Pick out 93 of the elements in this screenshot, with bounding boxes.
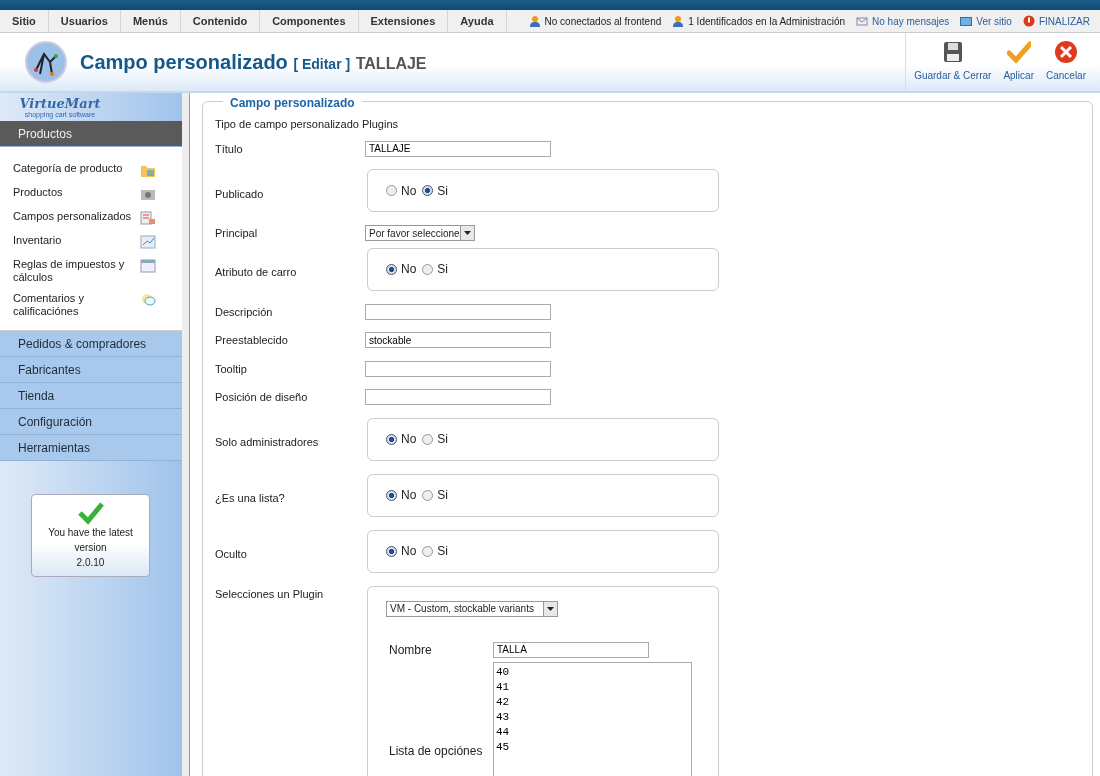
splitter-bar[interactable]: [182, 93, 190, 776]
speech-bubble-icon: [140, 292, 156, 308]
record-name: TALLAJE: [355, 55, 427, 72]
power-icon: [1022, 15, 1035, 27]
text-field[interactable]: [365, 303, 551, 320]
calendar-icon: [140, 258, 156, 274]
field-label: Oculto: [215, 547, 248, 563]
field-label: Atributo de carro: [215, 265, 298, 281]
message-icon: [856, 15, 869, 27]
edit-label: [ Editar ]: [293, 56, 351, 72]
radio-button[interactable]: [386, 545, 397, 557]
radio-button[interactable]: [422, 433, 434, 445]
field-label: Principal: [215, 226, 259, 241]
sidebar-item[interactable]: Productos: [13, 186, 63, 202]
logo-text: VirtueMart: [19, 97, 101, 111]
radio-label: No: [401, 543, 417, 560]
sidebar-section[interactable]: Herramientas: [0, 435, 182, 461]
radio-label: No: [401, 487, 417, 504]
menu-item[interactable]: Sitio: [0, 10, 49, 32]
field-label: Tipo de campo personalizado Plugins: [215, 117, 399, 132]
sidebar-item[interactable]: Categoría de producto: [13, 162, 123, 178]
sidebar-section[interactable]: Tienda: [0, 383, 182, 409]
menu-item[interactable]: Menús: [120, 10, 181, 32]
plugin-dropdown[interactable]: VM - Custom, stockable variants: [386, 600, 558, 617]
text-field[interactable]: stockable: [365, 332, 551, 349]
field-label: Solo administradores: [215, 435, 320, 451]
radio-button[interactable]: [386, 185, 397, 196]
status-text: 1 Identificados en la Administración: [688, 14, 846, 29]
field-label: Selecciones un Plugin: [215, 586, 325, 602]
radio-button[interactable]: [422, 263, 434, 275]
radio-button[interactable]: [386, 263, 397, 275]
text-field[interactable]: TALLA: [493, 641, 649, 658]
radio-label: No: [401, 261, 417, 278]
status-text: No conectados al frontend: [544, 14, 662, 29]
version-text: You have the latest version: [47, 526, 134, 555]
cancel-icon: [1054, 40, 1078, 64]
menu-item[interactable]: Extensiones: [358, 10, 449, 32]
menu-item[interactable]: Contenido: [180, 10, 261, 32]
page-title: Campo personalizado: [80, 51, 288, 73]
menu-item[interactable]: Usuarios: [48, 10, 121, 32]
radio-label: Si: [437, 431, 448, 448]
radio-label: No: [401, 182, 417, 200]
radio-button[interactable]: [422, 489, 434, 501]
radio-label: Si: [437, 487, 448, 504]
header-link[interactable]: No hay mensajes: [872, 13, 950, 29]
checkmark-icon: [76, 501, 105, 525]
chart-icon: [140, 234, 156, 250]
caret-icon: [464, 231, 471, 236]
radio-label: Si: [437, 261, 448, 278]
radio-button[interactable]: [386, 489, 397, 501]
caret-icon: [547, 606, 554, 611]
sidebar-section[interactable]: Fabricantes: [0, 357, 182, 383]
field-label: Preestablecido: [215, 333, 289, 348]
sidebar-section[interactable]: Configuración: [0, 409, 182, 435]
radio-button[interactable]: [386, 433, 397, 445]
field-label: Tooltip: [215, 361, 248, 377]
document-icon: [140, 210, 156, 226]
field-label: Lista de opciónes: [389, 742, 484, 760]
field-label: Título: [215, 141, 244, 157]
text-field[interactable]: [365, 360, 551, 377]
menu-item[interactable]: Ayuda: [448, 10, 507, 32]
field-label: Posición de diseño: [215, 390, 309, 405]
field-label: ¿Es una lista?: [215, 491, 286, 507]
monitor-icon: [960, 15, 973, 27]
menu-item[interactable]: Componentes: [260, 10, 359, 32]
radio-button[interactable]: [422, 185, 434, 196]
globe-logo-icon: [24, 40, 68, 84]
radio-label: Si: [437, 543, 448, 560]
users-icon: [672, 15, 685, 27]
users-icon: [528, 15, 541, 27]
header-link[interactable]: Ver sitio: [976, 13, 1012, 29]
field-label: Nombre: [389, 641, 433, 659]
cancel-button[interactable]: Cancelar: [1039, 40, 1092, 83]
sidebar-item[interactable]: Inventario: [13, 234, 62, 250]
header-link[interactable]: FINALIZAR: [1038, 13, 1090, 29]
field-label: Descripción: [215, 304, 274, 320]
radio-button[interactable]: [422, 545, 434, 557]
version-number: 2.0.10: [75, 556, 106, 570]
sidebar-section[interactable]: Productos: [0, 121, 182, 147]
sidebar-item[interactable]: Comentarios y calificaciónes: [13, 292, 139, 318]
radio-label: No: [401, 431, 417, 448]
dropdown[interactable]: Por favor seleccione: [365, 225, 475, 242]
save-button[interactable]: Guardar & Cerrar: [908, 40, 998, 83]
sidebar-section[interactable]: Pedidos & compradores: [0, 331, 182, 357]
radio-label: Si: [437, 182, 448, 200]
check-icon: [1006, 40, 1031, 64]
text-field[interactable]: TALLAJE: [365, 140, 551, 157]
sidebar-item[interactable]: Reglas de impuestos y cálculos: [13, 258, 139, 284]
sidebar-item[interactable]: Campos personalizados: [13, 210, 131, 226]
apply-button[interactable]: Aplicar: [997, 40, 1040, 83]
text-field[interactable]: [365, 389, 551, 406]
options-textarea[interactable]: 40 41 42 43 44 45: [493, 661, 692, 776]
field-label: Publicado: [215, 186, 265, 202]
